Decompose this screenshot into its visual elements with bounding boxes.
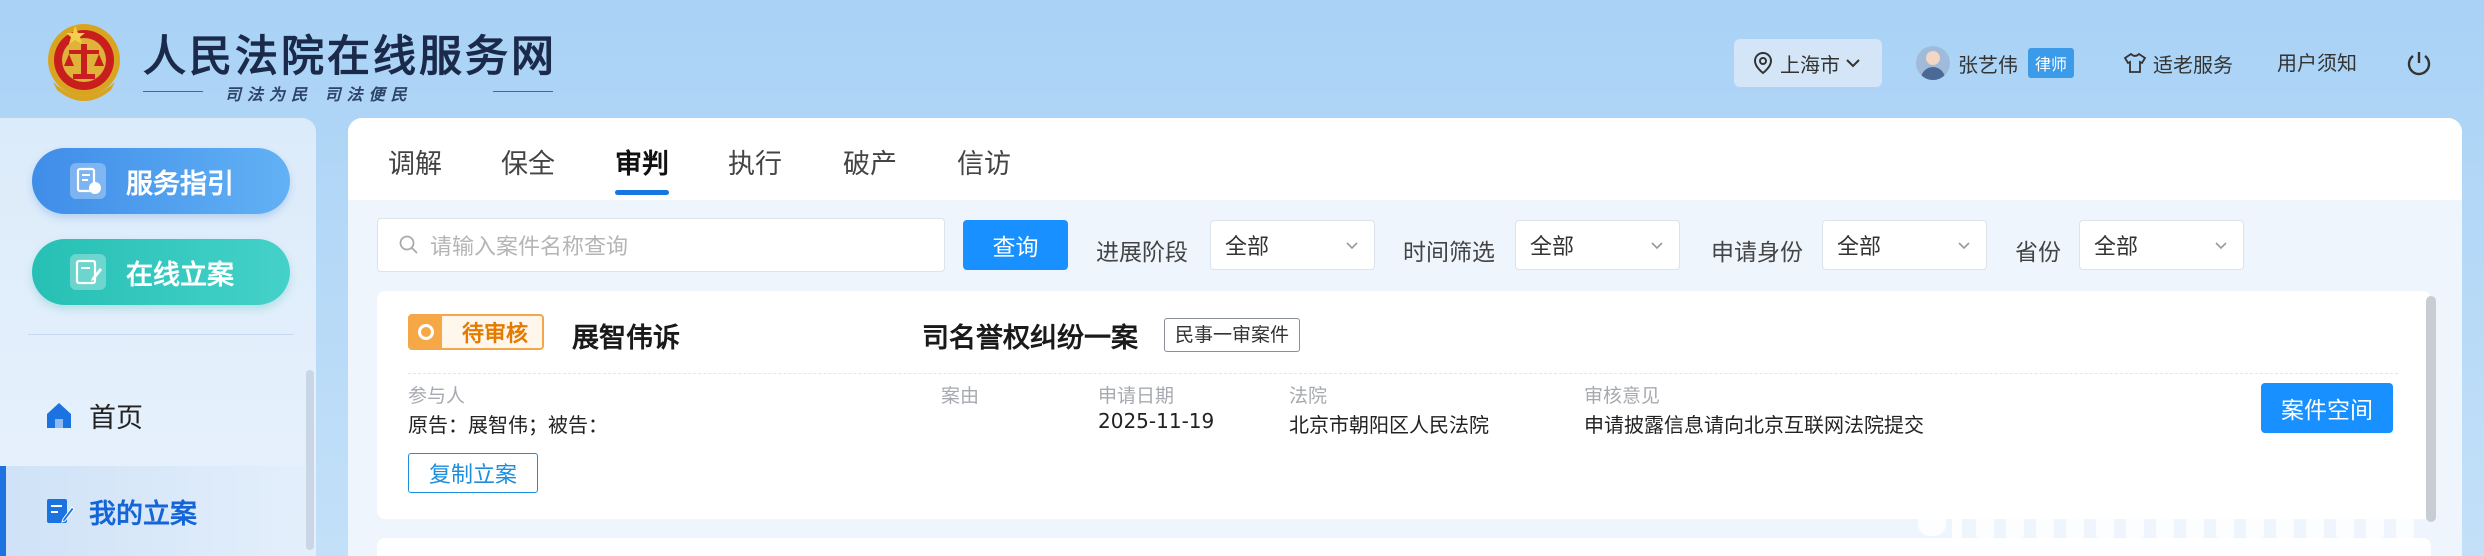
location-pin-icon bbox=[1753, 51, 1773, 75]
court-value: 北京市朝阳区人民法院 bbox=[1289, 413, 1489, 437]
header: 人民法院在线服务网 司法为民 司法便民 上海市 张艺伟 律师 适老服务 用户须知 bbox=[0, 0, 2484, 115]
card-divider bbox=[408, 373, 2398, 374]
filter-identity-value: 全部 bbox=[1837, 235, 1882, 260]
tab-mediation[interactable]: 调解 bbox=[388, 142, 442, 181]
query-button[interactable]: 查询 bbox=[963, 220, 1068, 270]
service-guide-button[interactable]: 服务指引 bbox=[32, 148, 290, 214]
cause-header: 案由 bbox=[941, 385, 980, 407]
avatar bbox=[1916, 46, 1950, 80]
role-badge: 律师 bbox=[2028, 48, 2075, 78]
filter-stage-label: 进展阶段 bbox=[1096, 240, 1188, 266]
online-filing-button[interactable]: 在线立案 bbox=[32, 239, 290, 305]
guide-icon bbox=[70, 163, 106, 199]
opinion-value: 申请披露信息请向北京互联网法院提交 bbox=[1584, 413, 1924, 437]
participants-value: 原告：展智伟；被告： bbox=[408, 413, 608, 437]
power-icon[interactable] bbox=[2405, 49, 2433, 77]
sidebar-divider bbox=[28, 334, 294, 335]
elder-service-label: 适老服务 bbox=[2153, 52, 2233, 77]
watermark-graphic bbox=[1918, 496, 2414, 540]
filter-identity-label: 申请身份 bbox=[1711, 240, 1803, 266]
sidebar-item-my-filings[interactable]: 我的立案 bbox=[0, 466, 316, 556]
slogan-text: 司法为民 司法便民 bbox=[225, 85, 413, 104]
opinion-header: 审核意见 bbox=[1584, 385, 1661, 407]
site-title: 人民法院在线服务网 bbox=[143, 32, 557, 82]
tab-petition[interactable]: 信访 bbox=[957, 142, 1011, 181]
elder-service-link[interactable]: 适老服务 bbox=[2123, 43, 2233, 83]
case-space-button[interactable]: 案件空间 bbox=[2261, 383, 2393, 433]
case-title-start[interactable]: 展智伟诉 bbox=[572, 316, 680, 355]
filter-identity-select[interactable]: 全部 bbox=[1822, 220, 1987, 270]
city-selector[interactable]: 上海市 bbox=[1734, 39, 1882, 87]
user-profile[interactable]: 张艺伟 律师 bbox=[1916, 43, 2075, 83]
my-filings-icon bbox=[47, 499, 75, 523]
filter-province-value: 全部 bbox=[2094, 235, 2139, 260]
status-badge: 待审核 bbox=[408, 314, 545, 350]
sidebar-scrollbar[interactable] bbox=[306, 370, 314, 550]
date-header: 申请日期 bbox=[1098, 385, 1175, 407]
filter-province-label: 省份 bbox=[2015, 240, 2061, 266]
chevron-down-icon bbox=[1958, 242, 1970, 250]
tab-bankruptcy[interactable]: 破产 bbox=[843, 142, 897, 181]
tab-trial[interactable]: 审判 bbox=[615, 142, 669, 181]
status-text: 待审核 bbox=[462, 322, 529, 347]
main-panel: 调解 保全 审判 执行 破产 信访 请输入案件名称查询 查询 进展阶段 全部 时… bbox=[348, 118, 2462, 556]
home-label: 首页 bbox=[89, 402, 143, 434]
date-value: 2025-11-19 bbox=[1098, 409, 1215, 433]
filter-time-value: 全部 bbox=[1530, 235, 1575, 260]
filter-time-label: 时间筛选 bbox=[1403, 240, 1495, 266]
case-card: 待审核 展智伟诉 司名誉权纠纷一案 民事一审案件 参与人 原告：展智伟；被告： … bbox=[377, 291, 2431, 519]
home-icon bbox=[47, 403, 71, 428]
sidebar: 服务指引 在线立案 首页 我的立案 bbox=[0, 118, 316, 556]
search-placeholder: 请输入案件名称查询 bbox=[430, 235, 629, 260]
user-notice-link[interactable]: 用户须知 bbox=[2277, 43, 2357, 83]
content-scrollbar[interactable] bbox=[2426, 296, 2436, 522]
chevron-down-icon bbox=[1651, 242, 1663, 250]
pending-icon bbox=[410, 316, 442, 348]
tab-execution[interactable]: 执行 bbox=[728, 142, 782, 181]
chevron-down-icon bbox=[2215, 242, 2227, 250]
service-guide-label: 服务指引 bbox=[126, 168, 234, 200]
case-title-end[interactable]: 司名誉权纠纷一案 bbox=[922, 316, 1138, 355]
filter-province-select[interactable]: 全部 bbox=[2079, 220, 2244, 270]
court-header: 法院 bbox=[1289, 385, 1328, 407]
edit-doc-icon bbox=[70, 254, 106, 290]
chevron-down-icon bbox=[1346, 242, 1358, 250]
copy-filing-button[interactable]: 复制立案 bbox=[408, 453, 538, 493]
sidebar-item-home[interactable]: 首页 bbox=[0, 370, 316, 460]
filter-stage-select[interactable]: 全部 bbox=[1210, 220, 1375, 270]
city-name: 上海市 bbox=[1780, 52, 1840, 77]
case-type-tag: 民事一审案件 bbox=[1164, 318, 1301, 352]
online-filing-label: 在线立案 bbox=[126, 259, 234, 291]
tab-preservation[interactable]: 保全 bbox=[501, 142, 555, 181]
filter-time-select[interactable]: 全部 bbox=[1515, 220, 1680, 270]
case-search-input[interactable]: 请输入案件名称查询 bbox=[377, 218, 945, 272]
my-filings-label: 我的立案 bbox=[89, 498, 197, 530]
tab-bar: 调解 保全 审判 执行 破产 信访 bbox=[348, 118, 2462, 200]
user-name: 张艺伟 bbox=[1958, 52, 2018, 77]
court-emblem-icon bbox=[48, 24, 120, 101]
search-icon bbox=[399, 235, 418, 254]
site-slogan: 司法为民 司法便民 bbox=[143, 80, 553, 104]
chevron-down-icon bbox=[1846, 59, 1860, 68]
participants-header: 参与人 bbox=[408, 385, 466, 407]
active-tab-indicator bbox=[615, 190, 669, 195]
filter-stage-value: 全部 bbox=[1225, 235, 1270, 260]
shirt-icon bbox=[2123, 52, 2147, 73]
